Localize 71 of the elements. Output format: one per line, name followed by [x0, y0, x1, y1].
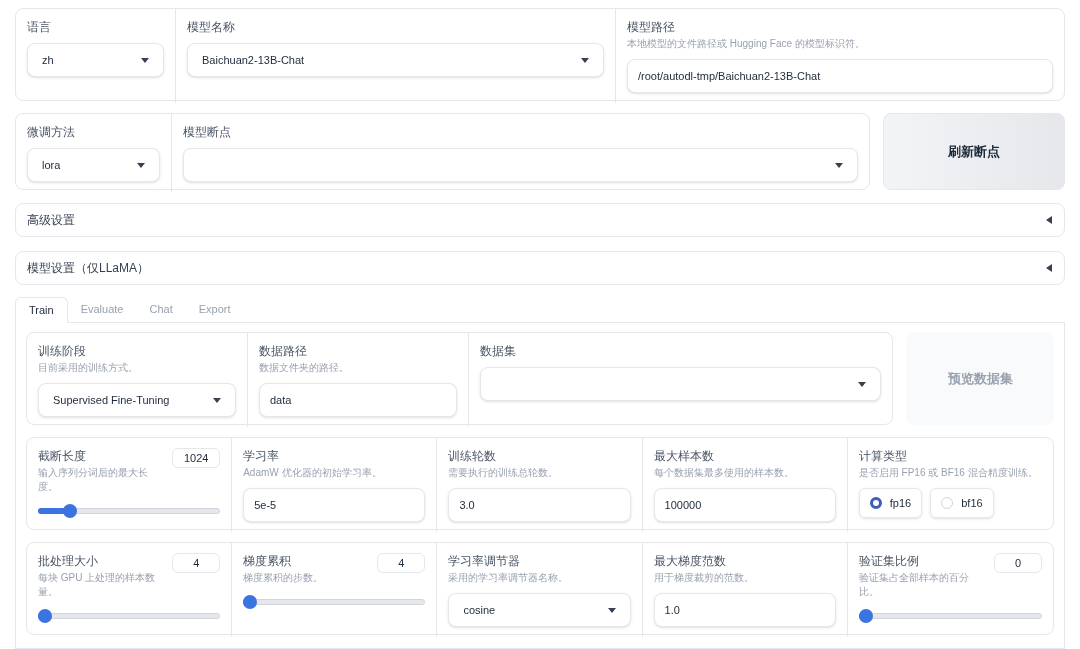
- radio-icon: [941, 497, 954, 509]
- caret-icon: [141, 57, 149, 63]
- field-label: 学习率调节器: [448, 553, 522, 569]
- dropdown[interactable]: cosine: [448, 593, 631, 627]
- field-label: 训练阶段: [38, 343, 87, 359]
- field-hint: 目前采用的训练方式。: [38, 361, 139, 375]
- field-hint: 验证集占全部样本的百分比。: [858, 571, 970, 599]
- caret-icon: [581, 57, 589, 63]
- field-label: 模型路径: [627, 19, 676, 35]
- number-field[interactable]: 1024: [172, 448, 221, 468]
- accordion-header[interactable]: 高级设置: [15, 203, 1065, 237]
- field-label: 验证集比例: [858, 553, 920, 569]
- action-button[interactable]: 刷新断点: [883, 113, 1065, 190]
- field-label: 最大样本数: [653, 448, 715, 464]
- caret-icon: [607, 607, 616, 613]
- slider-thumb[interactable]: [63, 504, 78, 518]
- radio-icon: [869, 497, 882, 509]
- field-hint: 每块 GPU 上处理的样本数量。: [38, 571, 157, 599]
- field-label: 梯度累积: [243, 553, 293, 569]
- dropdown[interactable]: Supervised Fine-Tuning: [38, 383, 236, 417]
- caret-icon: [858, 381, 866, 387]
- text-field[interactable]: 3.0: [448, 488, 631, 522]
- field-hint: 数据文件夹的路径。: [259, 361, 350, 375]
- field-label: 批处理大小: [38, 553, 99, 569]
- number-field[interactable]: 0: [994, 553, 1042, 573]
- triangle-icon: [1045, 264, 1053, 272]
- field-label: 微调方法: [27, 124, 76, 140]
- caret-icon: [213, 397, 221, 403]
- tab[interactable]: Train: [15, 297, 68, 323]
- field-hint: 用于梯度裁剪的范数。: [653, 571, 755, 585]
- field-label: 语言: [27, 19, 52, 35]
- caret-icon: [137, 162, 145, 168]
- caret-icon: [835, 162, 843, 168]
- field-label: 模型名称: [187, 19, 236, 35]
- number-field[interactable]: 4: [172, 553, 221, 573]
- dropdown[interactable]: lora: [27, 148, 160, 182]
- slider[interactable]: [38, 504, 221, 518]
- field-label: 模型断点: [183, 124, 232, 140]
- accordion-header[interactable]: 模型设置（仅LLaMA）: [15, 251, 1065, 285]
- field-label: 数据路径: [259, 343, 308, 359]
- field-hint: 是否启用 FP16 或 BF16 混合精度训练。: [858, 466, 1039, 480]
- radio-option[interactable]: fp16: [858, 488, 923, 518]
- slider[interactable]: [858, 609, 1042, 623]
- slider-thumb[interactable]: [858, 609, 873, 623]
- field-label: 数据集: [480, 343, 517, 359]
- slider[interactable]: [243, 595, 426, 609]
- number-field[interactable]: 4: [377, 553, 426, 573]
- field-hint: 本地模型的文件路径或 Hugging Face 的模型标识符。: [627, 37, 866, 51]
- text-field[interactable]: 5e-5: [243, 488, 426, 522]
- dropdown[interactable]: Baichuan2-13B-Chat: [187, 43, 604, 77]
- slider-thumb[interactable]: [243, 595, 258, 609]
- field-hint: 梯度累积的步数。: [243, 571, 324, 585]
- field-hint: 采用的学习率调节器名称。: [448, 571, 570, 585]
- radio-option[interactable]: bf16: [930, 488, 994, 518]
- text-field[interactable]: 100000: [653, 488, 836, 522]
- field-hint: 需要执行的训练总轮数。: [448, 466, 560, 480]
- slider[interactable]: [38, 609, 221, 623]
- text-field[interactable]: 1.0: [653, 593, 836, 627]
- field-hint: 每个数据集最多使用的样本数。: [653, 466, 795, 480]
- text-field[interactable]: /root/autodl-tmp/Baichuan2-13B-Chat: [627, 59, 1053, 93]
- text-field[interactable]: data: [259, 383, 457, 417]
- field-label: 截断长度: [38, 448, 87, 464]
- field-label: 最大梯度范数: [653, 553, 727, 569]
- field-label: 计算类型: [858, 448, 908, 464]
- slider-thumb[interactable]: [38, 609, 52, 623]
- field-label: 训练轮数: [448, 448, 498, 464]
- field-hint: AdamW 优化器的初始学习率。: [243, 466, 383, 480]
- field-label: 学习率: [243, 448, 281, 464]
- field-hint: 输入序列分词后的最大长度。: [38, 466, 149, 494]
- triangle-icon: [1045, 216, 1053, 224]
- dropdown[interactable]: zh: [27, 43, 164, 77]
